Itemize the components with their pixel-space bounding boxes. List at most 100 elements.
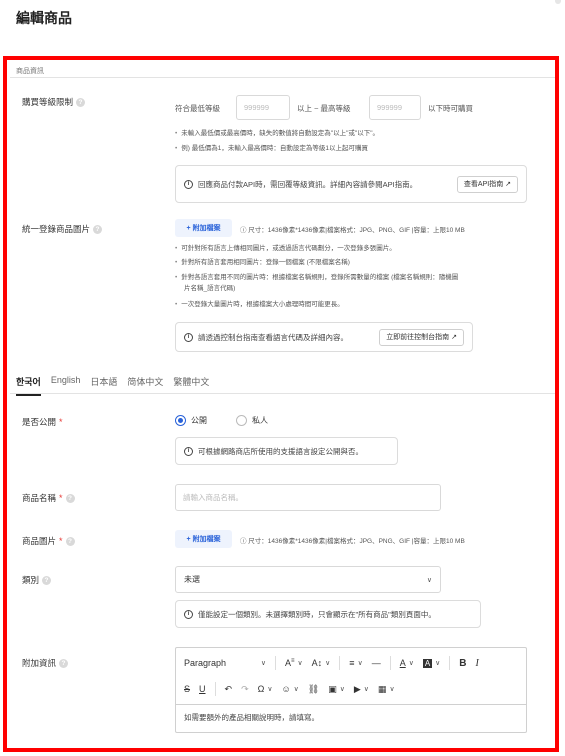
help-icon[interactable]: ?	[59, 658, 69, 668]
align-icon: ≡	[349, 658, 355, 668]
rich-text-editor: Paragraph ∨ A≡ ∨ A↕ ∨ ≡ ∨ — A ∨ A ∨ B I S U ↶…	[175, 647, 527, 733]
alignment-button[interactable]: ≡ ∨	[349, 658, 362, 668]
visibility-public-option[interactable]: 公開	[175, 415, 207, 426]
visibility-private-option[interactable]: 私人	[236, 415, 268, 426]
image-spec-text: ⓘ 尺寸：1436像素*1436像素|檔案格式：JPG、PNG、GIF |容量：…	[240, 538, 465, 545]
font-family-button[interactable]: A≡ ∨	[285, 658, 303, 668]
font-family-icon: A≡	[285, 658, 295, 668]
editor-content-area[interactable]: 如需要額外的產品相關說明時，請填寫。	[184, 712, 319, 723]
unified-image-note: 片名稱_語言代碼)	[184, 285, 236, 292]
chevron-down-icon: ∨	[435, 660, 441, 667]
chevron-down-icon: ∨	[357, 660, 363, 667]
special-character-button[interactable]: Ω ∨	[258, 684, 273, 694]
go-console-guide-button[interactable]: 立即前往控制台指南 ↗	[379, 328, 464, 346]
purchase-limit-suffix: 以下時可購買	[428, 104, 473, 113]
italic-icon: I	[475, 657, 479, 669]
undo-icon: ↶	[224, 683, 233, 694]
background-color-icon: A	[422, 658, 433, 668]
editor-toolbar-row: Paragraph ∨ A≡ ∨ A↕ ∨ ≡ ∨ — A ∨ A ∨ B I	[176, 650, 526, 676]
visibility-info-box: i 可根據網路商店所使用的支援語言設定公開與否。	[175, 437, 398, 465]
italic-button[interactable]: I	[476, 658, 479, 669]
purchase-limit-middle: 以上 ~ 最高等級	[297, 104, 351, 113]
radio-unchecked-icon[interactable]	[236, 415, 247, 426]
section-divider	[10, 77, 555, 78]
chevron-down-icon: ∨	[297, 660, 303, 667]
info-icon: i	[184, 332, 193, 342]
help-icon[interactable]: ?	[42, 575, 52, 585]
chevron-down-icon: ∨	[389, 686, 395, 693]
underline-button[interactable]: U	[199, 684, 206, 694]
bold-button[interactable]: B	[459, 658, 466, 669]
radio-checked-icon[interactable]	[175, 415, 186, 426]
underline-icon: U	[199, 684, 206, 694]
product-name-label: 商品名稱 * ?	[22, 492, 75, 504]
visibility-label: 是否公開 *	[22, 417, 63, 427]
unified-image-note: 可針對所有語言上傳相同圖片，或透過語言代碼劃分，一次登錄多張圖片。	[175, 242, 396, 252]
editor-divider	[176, 704, 526, 705]
toolbar-separator	[389, 656, 391, 670]
chevron-down-icon: ∨	[426, 576, 432, 584]
emoji-button[interactable]: ☺ ∨	[281, 684, 298, 694]
strikethrough-button[interactable]: S	[184, 684, 190, 694]
section-label: 商品資訊	[16, 68, 44, 75]
api-info-box: i 回應商品付款API時，需回覆等級資訊。詳細內容請參閱API指南。 查看API…	[175, 165, 527, 203]
font-color-button[interactable]: A ∨	[400, 658, 414, 668]
font-size-icon: A↕	[311, 658, 323, 668]
view-api-guide-button[interactable]: 查看API指南 ↗	[456, 175, 518, 193]
media-button[interactable]: ▶ ∨	[354, 684, 369, 695]
link-button[interactable]: ⛓	[308, 684, 319, 695]
purchase-limit-label: 購買等級限制 ?	[22, 96, 86, 108]
attach-file-button[interactable]: + 附加檔案	[175, 219, 232, 237]
toolbar-separator	[275, 656, 276, 670]
console-guide-info-box: i 請透過控制台指南查看語言代碼及詳細內容。 立即前往控制台指南 ↗	[175, 322, 473, 352]
help-icon[interactable]: ?	[93, 224, 103, 234]
min-level-input[interactable]: 999999	[236, 95, 290, 120]
tabs-divider	[10, 393, 555, 394]
paragraph-select[interactable]: Paragraph ∨	[184, 658, 266, 668]
page-title: 編輯商品	[16, 10, 72, 26]
chevron-down-icon: ∨	[339, 686, 345, 693]
emoji-icon: ☺	[281, 684, 291, 694]
toolbar-separator	[449, 656, 451, 670]
background-color-button[interactable]: A ∨	[422, 658, 441, 668]
purchase-limit-note: 例) 最低價為1，未輸入最高價時：自動設定為等級1以上起可購買	[175, 142, 368, 152]
table-button[interactable]: ▦ ∨	[378, 684, 395, 695]
max-level-input[interactable]: 999999	[369, 95, 421, 120]
image-icon: ▣	[328, 683, 337, 694]
purchase-limit-note: 未輸入最低價或最高價時，缺失的數值將自動設定為"以上"或"以下"。	[175, 127, 379, 137]
attach-file-button[interactable]: + 附加檔案	[175, 530, 232, 548]
info-icon: i	[184, 446, 193, 456]
unified-image-note: 一次登錄大量圖片時，根據檔案大小處理時間可能更長。	[175, 298, 344, 308]
font-size-button[interactable]: A↕ ∨	[312, 658, 331, 668]
info-icon: i	[184, 609, 193, 619]
product-image-label: 商品圖片 * ?	[22, 535, 75, 547]
category-info-box: i 僅能設定一個類別。未選擇類別時，只會顯示在"所有商品"類別頁面中。	[175, 600, 481, 628]
category-select[interactable]: 未選 ∨	[175, 566, 441, 593]
additional-info-label: 附加資訊 ?	[22, 657, 69, 669]
chevron-down-icon: ∨	[325, 660, 331, 667]
font-color-icon: A	[399, 658, 406, 668]
undo-button[interactable]: ↶	[225, 684, 233, 695]
help-icon[interactable]: ?	[76, 97, 86, 107]
bold-icon: B	[459, 657, 467, 669]
table-icon: ▦	[377, 683, 387, 694]
horizontal-line-icon: —	[371, 658, 381, 668]
toolbar-separator	[214, 682, 216, 696]
product-name-input[interactable]: 請輸入商品名稱。	[175, 484, 441, 511]
chevron-down-icon: ∨	[260, 660, 266, 667]
horizontal-line-button[interactable]: —	[372, 658, 381, 668]
chevron-down-icon: ∨	[408, 660, 414, 667]
redo-button[interactable]: ↷	[241, 684, 249, 695]
strikethrough-icon: S	[184, 684, 191, 694]
purchase-limit-prefix: 符合最低等級	[175, 104, 220, 113]
unified-image-note: 針對所有語言套用相同圖片：登錄一個檔案 (不限檔案名稱)	[175, 256, 350, 266]
chevron-down-icon: ∨	[363, 686, 369, 693]
redo-icon: ↷	[241, 683, 249, 694]
image-button[interactable]: ▣ ∨	[328, 684, 345, 695]
info-icon: i	[184, 179, 193, 189]
omega-icon: Ω	[257, 684, 265, 694]
link-icon: ⛓	[307, 683, 320, 694]
help-icon[interactable]: ?	[65, 536, 75, 546]
help-icon[interactable]: ?	[65, 493, 75, 503]
category-label: 類別 ?	[22, 574, 52, 586]
